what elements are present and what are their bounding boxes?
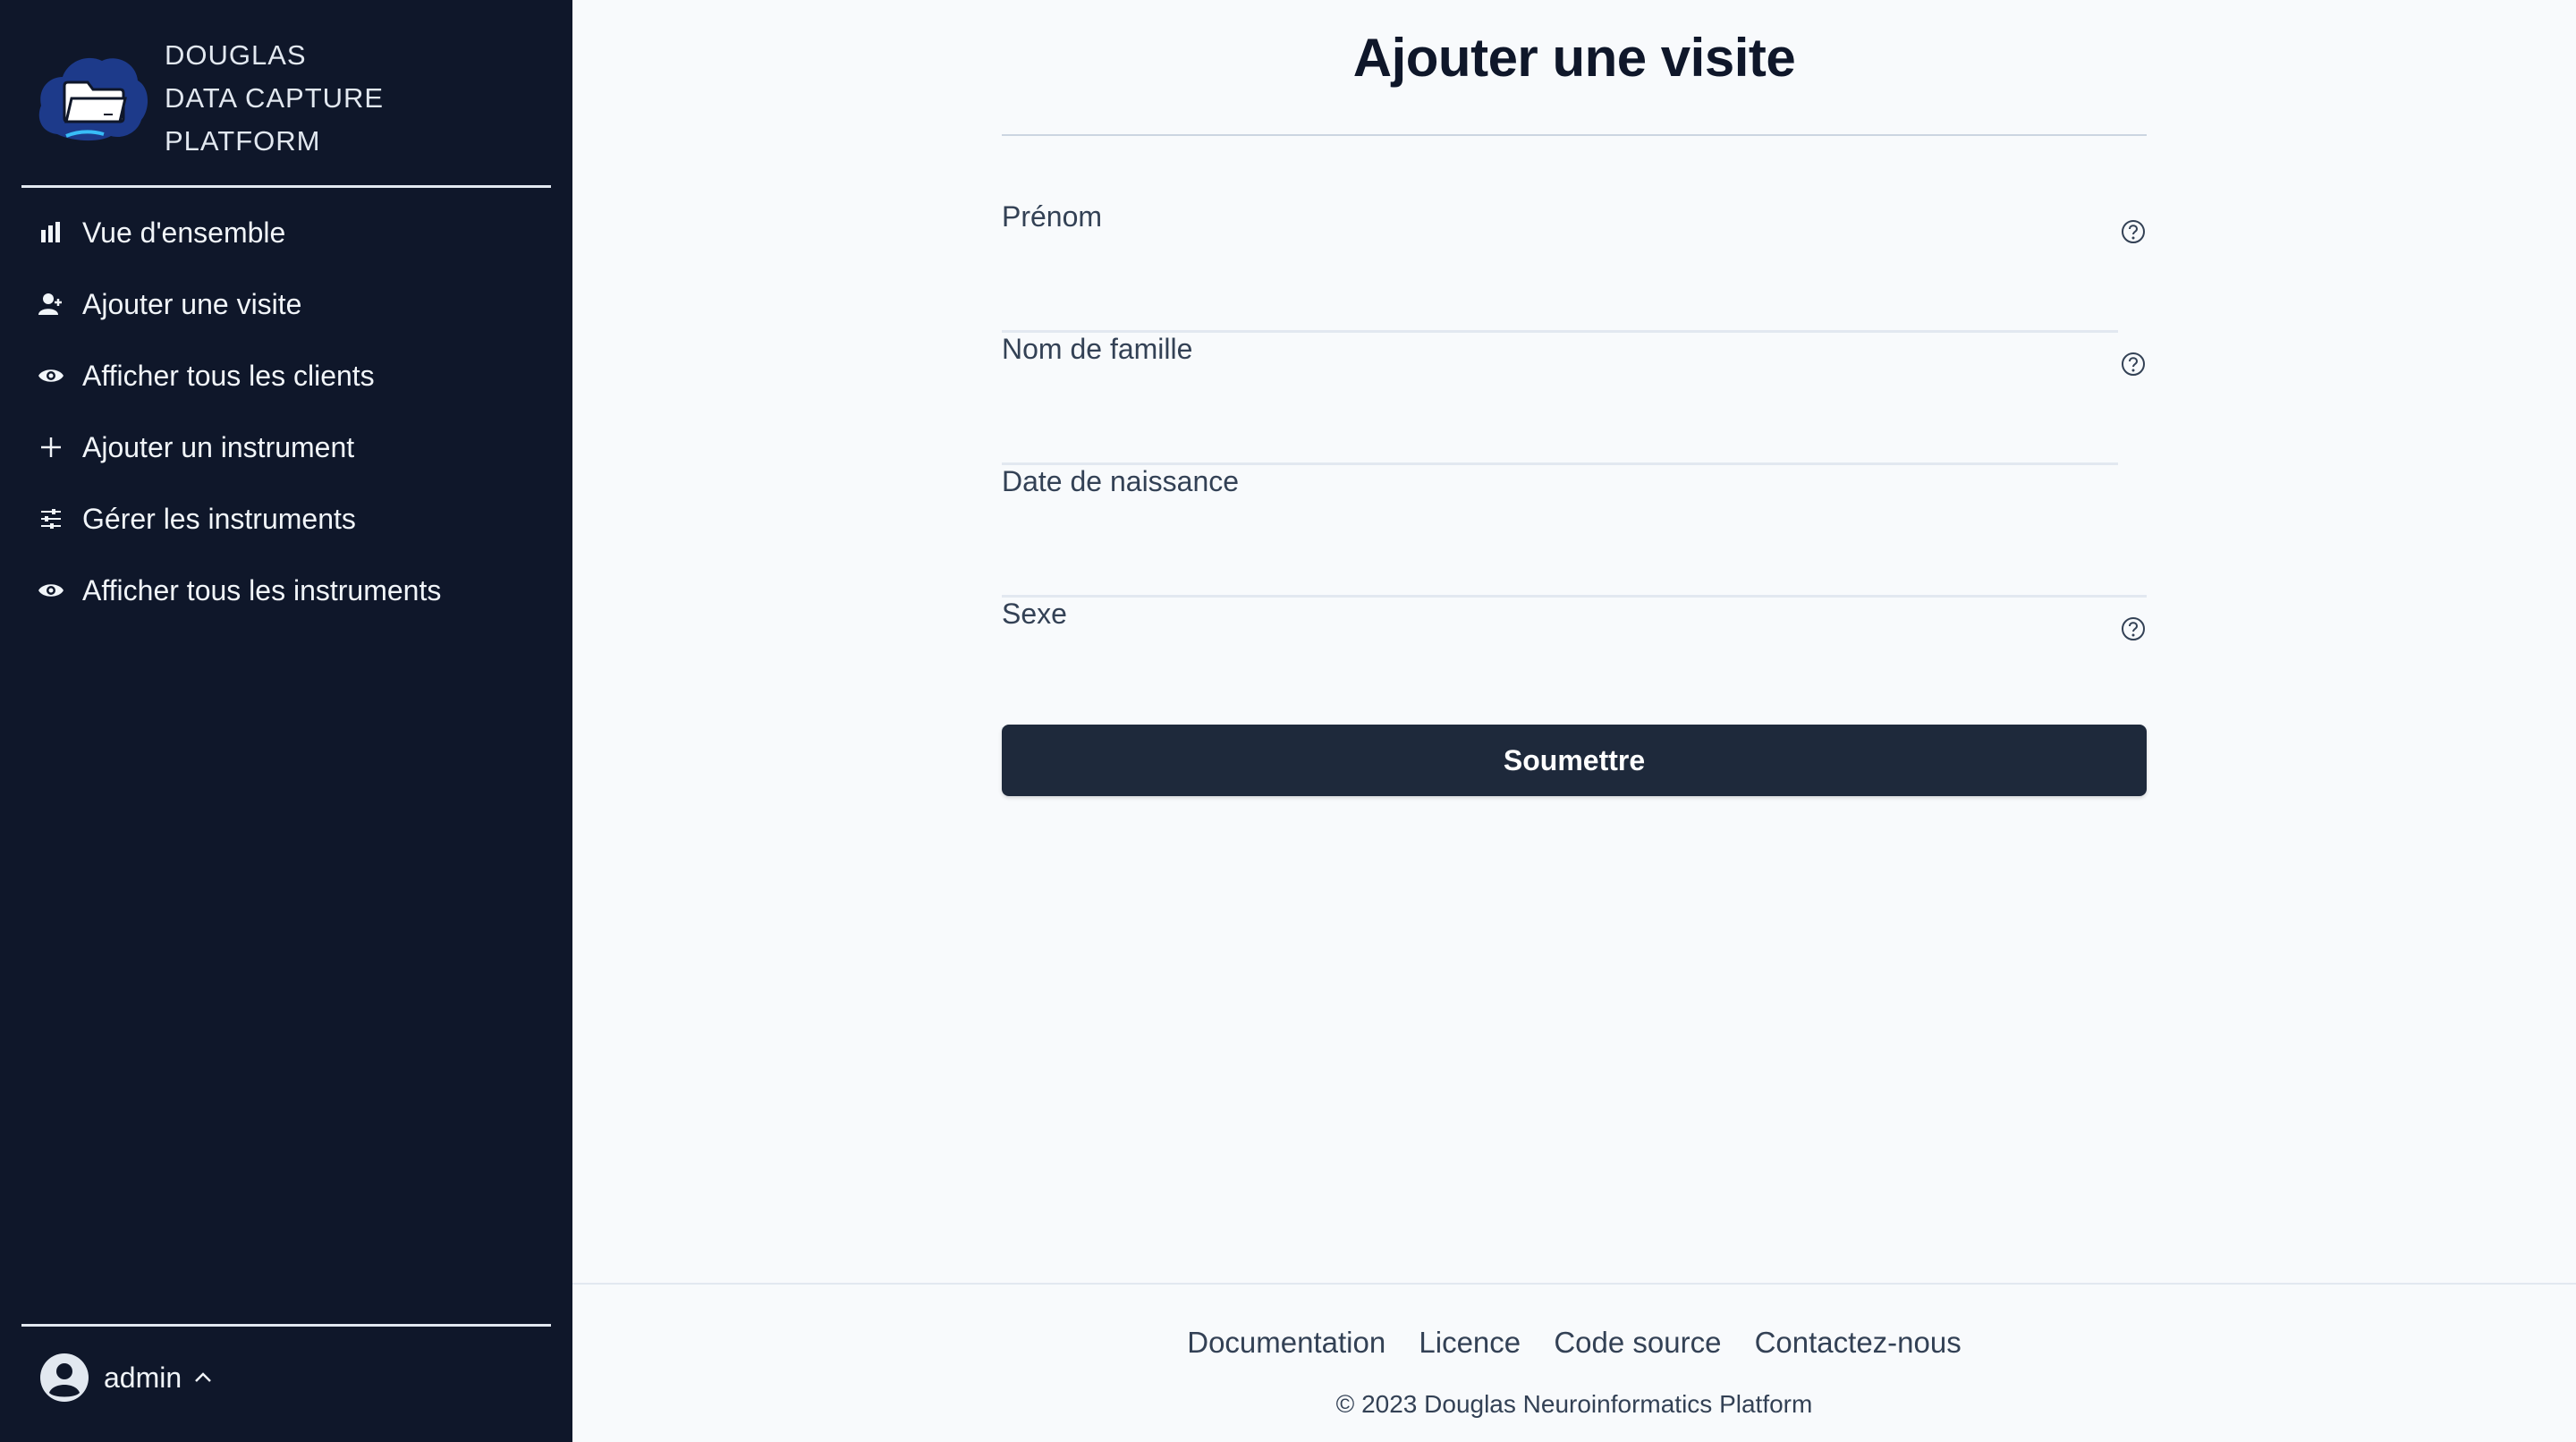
sidebar-item-view-clients[interactable]: Afficher tous les clients <box>21 340 551 411</box>
sidebar-item-add-visit[interactable]: Ajouter une visite <box>21 268 551 340</box>
first-name-field[interactable]: Prénom <box>1002 200 2147 333</box>
sidebar-divider-top <box>21 185 551 188</box>
brand[interactable]: DOUGLAS DATA CAPTURE PLATFORM <box>36 34 384 163</box>
footer-link-documentation[interactable]: Documentation <box>1187 1326 1385 1359</box>
field-label: Sexe <box>1002 598 1067 630</box>
sex-field[interactable]: Sexe <box>1002 598 2147 730</box>
footer-link-source-code[interactable]: Code source <box>1554 1326 1721 1359</box>
bar-chart-icon <box>38 219 64 246</box>
eye-icon <box>38 577 64 604</box>
sidebar-item-label: Ajouter un instrument <box>82 430 355 463</box>
sidebar-item-add-instrument[interactable]: Ajouter un instrument <box>21 411 551 483</box>
footer-link-licence[interactable]: Licence <box>1419 1326 1521 1359</box>
sidebar-item-label: Ajouter une visite <box>82 287 302 320</box>
copyright: © 2023 Douglas Neuroinformatics Platform <box>1335 1390 1813 1418</box>
sidebar-divider-bottom <box>21 1324 551 1327</box>
folder-cloud-logo <box>38 57 148 141</box>
sidebar-item-view-instruments[interactable]: Afficher tous les instruments <box>21 555 551 626</box>
page-title: Ajouter une visite <box>1352 28 1796 88</box>
sidebar-item-label: Gérer les instruments <box>82 502 356 535</box>
footer: Documentation Licence Code source Contac… <box>572 1283 2576 1442</box>
user-menu[interactable]: admin <box>39 1353 214 1403</box>
field-label: Prénom <box>1002 200 1103 233</box>
date-of-birth-field[interactable]: Date de naissance <box>1002 465 2147 598</box>
brand-name: DOUGLAS DATA CAPTURE PLATFORM <box>165 34 384 163</box>
sidebar: DOUGLAS DATA CAPTURE PLATFORM Vue d'ense… <box>0 0 572 1442</box>
user-name: admin <box>104 1361 182 1394</box>
brand-line-3: PLATFORM <box>165 125 321 157</box>
app: DOUGLAS DATA CAPTURE PLATFORM Vue d'ense… <box>0 0 2576 1442</box>
main-content: Ajouter une visite Prénom Nom de famille… <box>572 0 2576 1442</box>
footer-links: Documentation Licence Code source Contac… <box>572 1326 2576 1360</box>
plus-icon <box>38 434 64 461</box>
brand-line-1: DOUGLAS <box>165 39 307 71</box>
question-circle-icon[interactable] <box>2120 218 2147 245</box>
submit-button[interactable]: Soumettre <box>1002 725 2147 796</box>
user-plus-icon <box>38 291 64 318</box>
sidebar-item-label: Afficher tous les clients <box>82 359 375 392</box>
sidebar-item-label: Vue d'ensemble <box>82 216 286 249</box>
footer-link-contact[interactable]: Contactez-nous <box>1755 1326 1962 1359</box>
question-circle-icon[interactable] <box>2120 615 2147 642</box>
field-label: Nom de famille <box>1002 333 1193 365</box>
brand-line-2: DATA CAPTURE <box>165 82 385 114</box>
last-name-field[interactable]: Nom de famille <box>1002 333 2147 465</box>
sidebar-item-manage-instruments[interactable]: Gérer les instruments <box>21 483 551 555</box>
sidebar-item-label: Afficher tous les instruments <box>82 573 442 606</box>
sliders-icon <box>38 505 64 532</box>
chevron-up-icon <box>195 1372 212 1382</box>
field-label: Date de naissance <box>1002 465 1240 497</box>
sidebar-item-overview[interactable]: Vue d'ensemble <box>21 197 551 268</box>
eye-icon <box>38 362 64 389</box>
user-avatar-icon <box>40 1353 89 1402</box>
title-divider <box>1002 134 2147 136</box>
question-circle-icon[interactable] <box>2120 351 2147 377</box>
sidebar-nav: Vue d'ensemble Ajouter une visite Affich… <box>21 197 551 626</box>
